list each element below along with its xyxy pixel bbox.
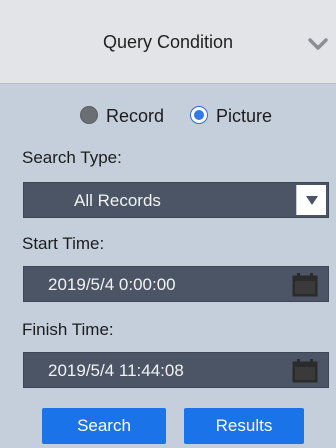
calendar-icon[interactable] — [292, 359, 318, 383]
start-time-label: Start Time: — [22, 234, 105, 253]
results-button[interactable]: Results — [184, 408, 304, 444]
calendar-icon[interactable] — [292, 273, 318, 297]
search-type-label: Search Type: — [22, 148, 122, 167]
start-time-value: 2019/5/4 0:00:00 — [48, 275, 176, 294]
finish-time-label: Finish Time: — [22, 320, 114, 339]
panel-header: Query Condition — [0, 0, 336, 84]
mode-radio-group: Record Picture — [0, 102, 336, 130]
radio-picture-label[interactable]: Picture — [216, 106, 272, 127]
radio-picture[interactable] — [190, 106, 208, 124]
finish-time-value: 2019/5/4 11:44:08 — [48, 361, 184, 380]
radio-record-label[interactable]: Record — [106, 106, 164, 127]
radio-record[interactable] — [80, 106, 98, 124]
panel-title: Query Condition — [102, 32, 234, 52]
chevron-down-icon[interactable] — [308, 37, 328, 51]
search-type-value: All Records — [74, 191, 161, 210]
finish-time-field[interactable]: 2019/5/4 11:44:08 — [23, 352, 329, 388]
start-time-field[interactable]: 2019/5/4 0:00:00 — [23, 266, 329, 302]
search-button[interactable]: Search — [42, 408, 166, 444]
dropdown-arrow-icon[interactable] — [296, 185, 326, 215]
search-type-select[interactable]: All Records — [23, 182, 329, 218]
